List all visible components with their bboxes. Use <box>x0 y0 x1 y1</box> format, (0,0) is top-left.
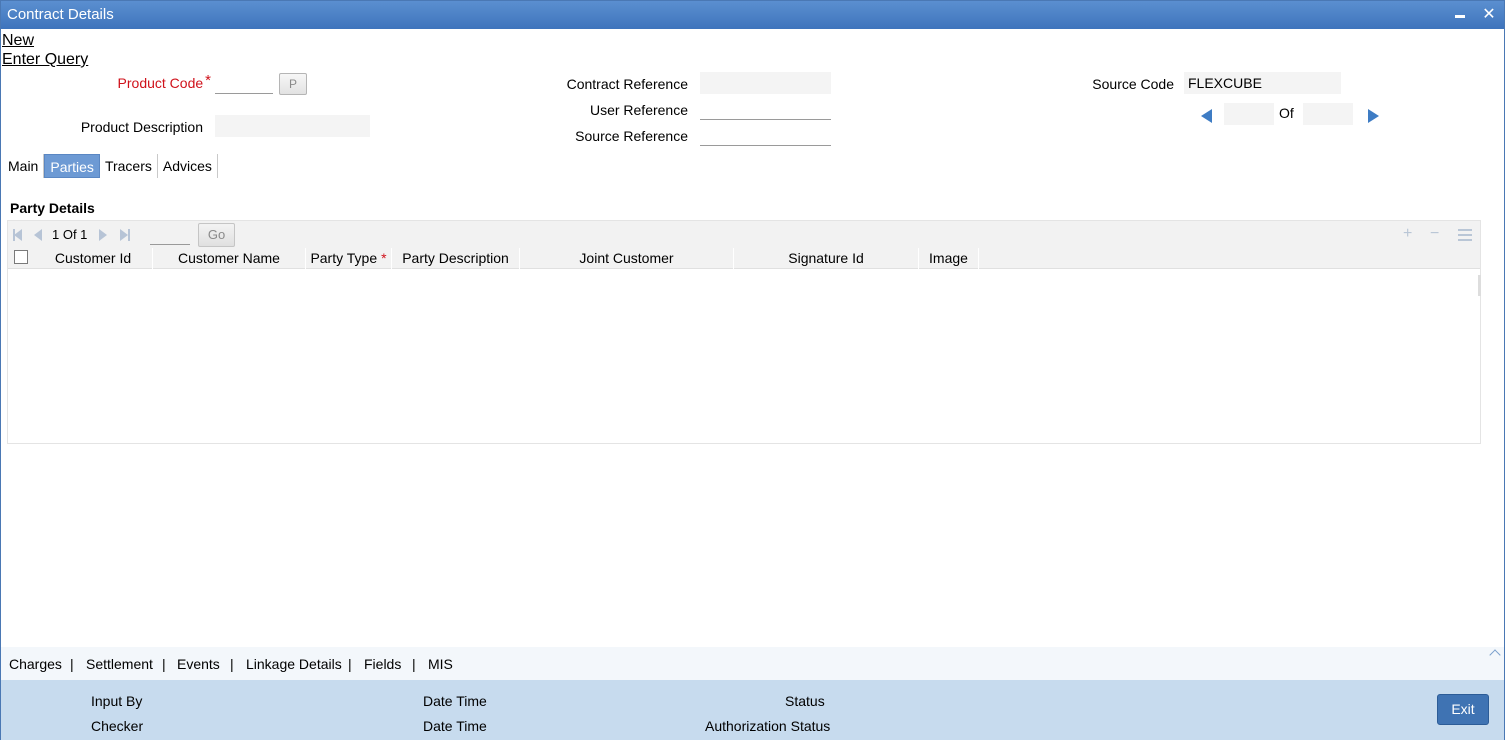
close-icon[interactable]: ✕ <box>1478 5 1500 25</box>
checker-label: Checker <box>91 718 144 734</box>
record-total-field <box>1303 103 1353 125</box>
party-details-title: Party Details <box>10 200 95 216</box>
new-link[interactable]: New <box>2 32 34 50</box>
separator: | <box>70 656 74 672</box>
column-party-type[interactable]: Party Type * <box>306 248 392 269</box>
status-label: Status <box>785 693 825 709</box>
previous-page-icon[interactable] <box>34 229 42 241</box>
charges-link[interactable]: Charges <box>9 656 62 672</box>
column-signature-id[interactable]: Signature Id <box>734 248 919 269</box>
product-code-input[interactable] <box>215 72 273 94</box>
contract-reference-label: Contract Reference <box>566 76 688 92</box>
window-title: Contract Details <box>7 6 114 23</box>
separator: | <box>412 656 416 672</box>
checker-date-time-label: Date Time <box>423 718 487 734</box>
product-code-label: Product Code * <box>117 72 211 91</box>
linkage-details-link[interactable]: Linkage Details <box>246 656 342 672</box>
delete-row-icon[interactable]: − <box>1430 226 1439 242</box>
go-button[interactable]: Go <box>198 223 235 247</box>
contract-reference-field <box>700 72 831 94</box>
previous-record-icon[interactable] <box>1201 109 1212 123</box>
single-view-icon[interactable] <box>1458 229 1472 242</box>
pager-text: 1 Of 1 <box>52 227 88 242</box>
source-reference-input[interactable] <box>700 124 831 146</box>
user-reference-label: User Reference <box>589 102 688 118</box>
party-details-grid: 1 Of 1 Go + − Customer Id Customer Name … <box>7 220 1481 444</box>
record-of-label: Of <box>1279 105 1294 121</box>
source-reference-label: Source Reference <box>575 128 688 144</box>
column-image[interactable]: Image <box>919 248 979 269</box>
column-customer-id[interactable]: Customer Id <box>34 248 153 269</box>
grid-toolbar: 1 Of 1 Go + − <box>8 221 1480 248</box>
product-description-field <box>215 115 370 137</box>
contract-details-window: Contract Details ✕ New Enter Query Produ… <box>0 0 1505 740</box>
column-customer-name[interactable]: Customer Name <box>153 248 306 269</box>
grid-header: Customer Id Customer Name Party Type * Pa… <box>8 248 1481 296</box>
separator: | <box>230 656 234 672</box>
column-party-description[interactable]: Party Description <box>392 248 520 269</box>
product-description-label: Product Description <box>80 119 203 135</box>
audit-bar: Input By Date Time Status Checker Date T… <box>1 680 1504 740</box>
date-time-label: Date Time <box>423 693 487 709</box>
source-code-field <box>1184 72 1341 94</box>
separator: | <box>162 656 166 672</box>
next-record-icon[interactable] <box>1368 109 1379 123</box>
record-current-field <box>1224 103 1274 125</box>
first-page-icon[interactable] <box>14 229 22 241</box>
tab-tracers[interactable]: Tracers <box>100 154 158 178</box>
add-row-icon[interactable]: + <box>1403 226 1412 242</box>
separator: | <box>348 656 352 672</box>
user-reference-input[interactable] <box>700 98 831 120</box>
settlement-link[interactable]: Settlement <box>86 656 153 672</box>
select-all-checkbox[interactable] <box>14 250 28 264</box>
page-number-input[interactable] <box>150 225 190 245</box>
last-page-bar <box>128 229 130 241</box>
tab-advices[interactable]: Advices <box>158 154 218 178</box>
enter-query-link[interactable]: Enter Query <box>2 51 88 69</box>
tab-parties[interactable]: Parties <box>44 154 100 178</box>
events-link[interactable]: Events <box>177 656 220 672</box>
product-lov-button[interactable]: P <box>279 73 307 95</box>
fields-link[interactable]: Fields <box>364 656 401 672</box>
tab-bar: Main Parties Tracers Advices <box>3 154 218 178</box>
minimize-icon[interactable] <box>1449 5 1471 25</box>
exit-button[interactable]: Exit <box>1437 694 1489 725</box>
source-code-label: Source Code <box>1092 76 1174 92</box>
grid-scrollbar[interactable] <box>1478 275 1481 296</box>
bottom-links-bar: Charges | Settlement | Events | Linkage … <box>1 647 1504 680</box>
last-page-icon[interactable] <box>120 229 128 241</box>
column-joint-customer[interactable]: Joint Customer <box>520 248 734 269</box>
input-by-label: Input By <box>91 693 143 709</box>
collapse-icon[interactable] <box>1489 649 1501 661</box>
title-bar: Contract Details ✕ <box>1 1 1504 29</box>
mis-link[interactable]: MIS <box>428 656 453 672</box>
tab-main[interactable]: Main <box>3 154 45 178</box>
authorization-status-label: Authorization Status <box>705 718 831 734</box>
next-page-icon[interactable] <box>99 229 107 241</box>
